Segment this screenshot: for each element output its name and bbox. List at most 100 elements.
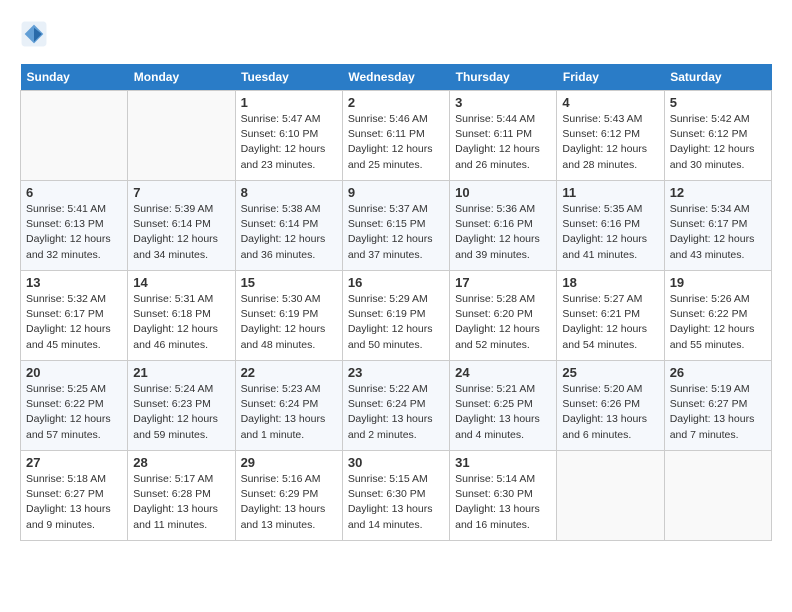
- calendar-cell: [21, 91, 128, 181]
- day-number: 25: [562, 365, 658, 380]
- calendar-table: SundayMondayTuesdayWednesdayThursdayFrid…: [20, 64, 772, 541]
- calendar-cell: 30 Sunrise: 5:15 AM Sunset: 6:30 PM Dayl…: [342, 451, 449, 541]
- calendar-cell: 15 Sunrise: 5:30 AM Sunset: 6:19 PM Dayl…: [235, 271, 342, 361]
- day-number: 16: [348, 275, 444, 290]
- day-info: Sunrise: 5:44 AM Sunset: 6:11 PM Dayligh…: [455, 112, 551, 173]
- day-info: Sunrise: 5:22 AM Sunset: 6:24 PM Dayligh…: [348, 382, 444, 443]
- day-info: Sunrise: 5:19 AM Sunset: 6:27 PM Dayligh…: [670, 382, 766, 443]
- day-number: 17: [455, 275, 551, 290]
- calendar-cell: 20 Sunrise: 5:25 AM Sunset: 6:22 PM Dayl…: [21, 361, 128, 451]
- day-number: 14: [133, 275, 229, 290]
- day-number: 30: [348, 455, 444, 470]
- day-number: 31: [455, 455, 551, 470]
- calendar-cell: 22 Sunrise: 5:23 AM Sunset: 6:24 PM Dayl…: [235, 361, 342, 451]
- day-info: Sunrise: 5:41 AM Sunset: 6:13 PM Dayligh…: [26, 202, 122, 263]
- calendar-cell: 16 Sunrise: 5:29 AM Sunset: 6:19 PM Dayl…: [342, 271, 449, 361]
- calendar-cell: 29 Sunrise: 5:16 AM Sunset: 6:29 PM Dayl…: [235, 451, 342, 541]
- day-info: Sunrise: 5:37 AM Sunset: 6:15 PM Dayligh…: [348, 202, 444, 263]
- day-number: 6: [26, 185, 122, 200]
- day-info: Sunrise: 5:24 AM Sunset: 6:23 PM Dayligh…: [133, 382, 229, 443]
- weekday-header: Wednesday: [342, 64, 449, 91]
- calendar-cell: 11 Sunrise: 5:35 AM Sunset: 6:16 PM Dayl…: [557, 181, 664, 271]
- calendar-cell: 19 Sunrise: 5:26 AM Sunset: 6:22 PM Dayl…: [664, 271, 771, 361]
- calendar-cell: 13 Sunrise: 5:32 AM Sunset: 6:17 PM Dayl…: [21, 271, 128, 361]
- day-info: Sunrise: 5:30 AM Sunset: 6:19 PM Dayligh…: [241, 292, 337, 353]
- calendar-cell: 4 Sunrise: 5:43 AM Sunset: 6:12 PM Dayli…: [557, 91, 664, 181]
- day-number: 18: [562, 275, 658, 290]
- day-info: Sunrise: 5:39 AM Sunset: 6:14 PM Dayligh…: [133, 202, 229, 263]
- calendar-cell: 18 Sunrise: 5:27 AM Sunset: 6:21 PM Dayl…: [557, 271, 664, 361]
- weekday-header: Saturday: [664, 64, 771, 91]
- day-number: 10: [455, 185, 551, 200]
- day-info: Sunrise: 5:29 AM Sunset: 6:19 PM Dayligh…: [348, 292, 444, 353]
- calendar-cell: 28 Sunrise: 5:17 AM Sunset: 6:28 PM Dayl…: [128, 451, 235, 541]
- day-number: 27: [26, 455, 122, 470]
- day-info: Sunrise: 5:47 AM Sunset: 6:10 PM Dayligh…: [241, 112, 337, 173]
- day-info: Sunrise: 5:38 AM Sunset: 6:14 PM Dayligh…: [241, 202, 337, 263]
- day-info: Sunrise: 5:46 AM Sunset: 6:11 PM Dayligh…: [348, 112, 444, 173]
- day-info: Sunrise: 5:32 AM Sunset: 6:17 PM Dayligh…: [26, 292, 122, 353]
- calendar-cell: 1 Sunrise: 5:47 AM Sunset: 6:10 PM Dayli…: [235, 91, 342, 181]
- calendar-cell: 10 Sunrise: 5:36 AM Sunset: 6:16 PM Dayl…: [450, 181, 557, 271]
- day-number: 1: [241, 95, 337, 110]
- day-number: 9: [348, 185, 444, 200]
- day-number: 8: [241, 185, 337, 200]
- day-info: Sunrise: 5:23 AM Sunset: 6:24 PM Dayligh…: [241, 382, 337, 443]
- page-header: [20, 20, 772, 48]
- logo: [20, 20, 52, 48]
- calendar-cell: 5 Sunrise: 5:42 AM Sunset: 6:12 PM Dayli…: [664, 91, 771, 181]
- calendar-cell: 12 Sunrise: 5:34 AM Sunset: 6:17 PM Dayl…: [664, 181, 771, 271]
- calendar-cell: 27 Sunrise: 5:18 AM Sunset: 6:27 PM Dayl…: [21, 451, 128, 541]
- calendar-cell: 31 Sunrise: 5:14 AM Sunset: 6:30 PM Dayl…: [450, 451, 557, 541]
- day-info: Sunrise: 5:26 AM Sunset: 6:22 PM Dayligh…: [670, 292, 766, 353]
- calendar-cell: [664, 451, 771, 541]
- day-info: Sunrise: 5:17 AM Sunset: 6:28 PM Dayligh…: [133, 472, 229, 533]
- day-number: 23: [348, 365, 444, 380]
- calendar-cell: 8 Sunrise: 5:38 AM Sunset: 6:14 PM Dayli…: [235, 181, 342, 271]
- day-number: 2: [348, 95, 444, 110]
- day-number: 19: [670, 275, 766, 290]
- day-info: Sunrise: 5:35 AM Sunset: 6:16 PM Dayligh…: [562, 202, 658, 263]
- weekday-header: Tuesday: [235, 64, 342, 91]
- day-number: 4: [562, 95, 658, 110]
- calendar-cell: 23 Sunrise: 5:22 AM Sunset: 6:24 PM Dayl…: [342, 361, 449, 451]
- day-info: Sunrise: 5:28 AM Sunset: 6:20 PM Dayligh…: [455, 292, 551, 353]
- day-info: Sunrise: 5:15 AM Sunset: 6:30 PM Dayligh…: [348, 472, 444, 533]
- calendar-cell: 7 Sunrise: 5:39 AM Sunset: 6:14 PM Dayli…: [128, 181, 235, 271]
- calendar-cell: 3 Sunrise: 5:44 AM Sunset: 6:11 PM Dayli…: [450, 91, 557, 181]
- day-number: 21: [133, 365, 229, 380]
- calendar-cell: 26 Sunrise: 5:19 AM Sunset: 6:27 PM Dayl…: [664, 361, 771, 451]
- day-info: Sunrise: 5:16 AM Sunset: 6:29 PM Dayligh…: [241, 472, 337, 533]
- day-info: Sunrise: 5:25 AM Sunset: 6:22 PM Dayligh…: [26, 382, 122, 443]
- day-info: Sunrise: 5:20 AM Sunset: 6:26 PM Dayligh…: [562, 382, 658, 443]
- calendar-cell: 14 Sunrise: 5:31 AM Sunset: 6:18 PM Dayl…: [128, 271, 235, 361]
- day-number: 29: [241, 455, 337, 470]
- calendar-cell: 17 Sunrise: 5:28 AM Sunset: 6:20 PM Dayl…: [450, 271, 557, 361]
- day-number: 12: [670, 185, 766, 200]
- day-info: Sunrise: 5:42 AM Sunset: 6:12 PM Dayligh…: [670, 112, 766, 173]
- weekday-header: Friday: [557, 64, 664, 91]
- calendar-cell: [128, 91, 235, 181]
- day-info: Sunrise: 5:43 AM Sunset: 6:12 PM Dayligh…: [562, 112, 658, 173]
- day-number: 13: [26, 275, 122, 290]
- day-number: 11: [562, 185, 658, 200]
- calendar-cell: 25 Sunrise: 5:20 AM Sunset: 6:26 PM Dayl…: [557, 361, 664, 451]
- calendar-cell: 2 Sunrise: 5:46 AM Sunset: 6:11 PM Dayli…: [342, 91, 449, 181]
- day-info: Sunrise: 5:27 AM Sunset: 6:21 PM Dayligh…: [562, 292, 658, 353]
- calendar-cell: 9 Sunrise: 5:37 AM Sunset: 6:15 PM Dayli…: [342, 181, 449, 271]
- day-info: Sunrise: 5:31 AM Sunset: 6:18 PM Dayligh…: [133, 292, 229, 353]
- day-number: 15: [241, 275, 337, 290]
- calendar-cell: [557, 451, 664, 541]
- day-number: 22: [241, 365, 337, 380]
- day-number: 24: [455, 365, 551, 380]
- weekday-header: Thursday: [450, 64, 557, 91]
- day-number: 20: [26, 365, 122, 380]
- calendar-cell: 6 Sunrise: 5:41 AM Sunset: 6:13 PM Dayli…: [21, 181, 128, 271]
- day-number: 5: [670, 95, 766, 110]
- day-number: 28: [133, 455, 229, 470]
- day-number: 26: [670, 365, 766, 380]
- day-info: Sunrise: 5:34 AM Sunset: 6:17 PM Dayligh…: [670, 202, 766, 263]
- calendar-cell: 21 Sunrise: 5:24 AM Sunset: 6:23 PM Dayl…: [128, 361, 235, 451]
- weekday-header: Monday: [128, 64, 235, 91]
- logo-icon: [20, 20, 48, 48]
